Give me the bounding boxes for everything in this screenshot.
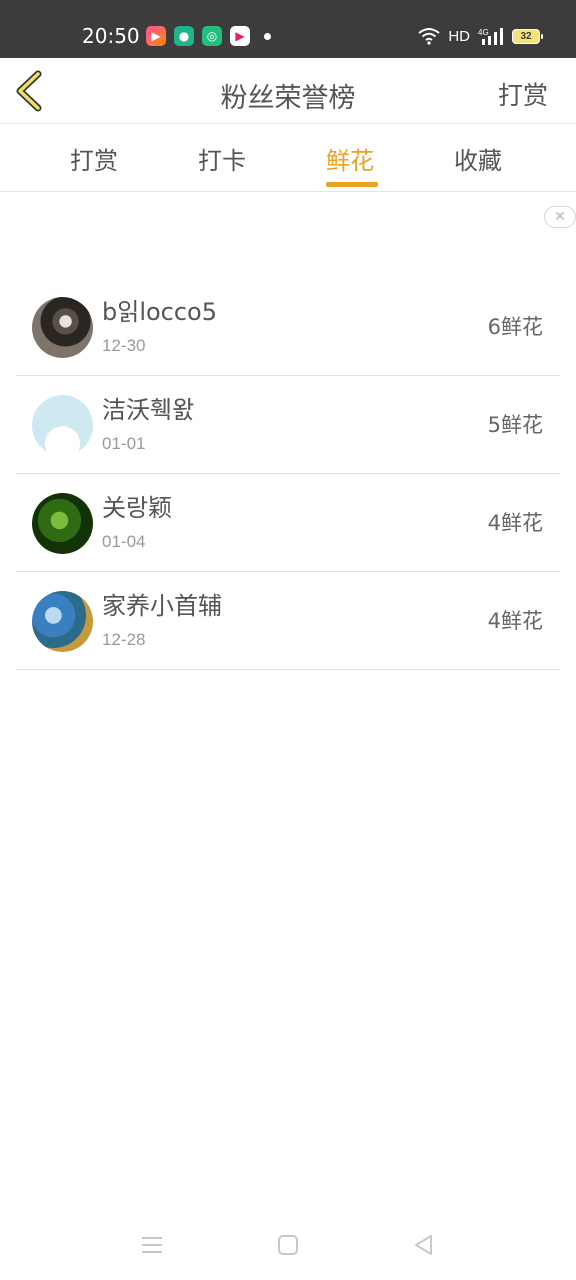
circle-app-icon: ◎	[202, 26, 222, 46]
status-time: 20:50	[82, 24, 140, 48]
avatar	[32, 297, 93, 358]
flower-count: 4鲜花	[487, 609, 543, 633]
tab-favorites[interactable]: 收藏	[454, 141, 502, 176]
title-bar: 粉丝荣誉榜 打赏	[0, 58, 576, 124]
reward-button[interactable]: 打赏	[498, 76, 548, 112]
notification-app-icons: ▶ ● ◎ ▶	[146, 26, 250, 46]
back-triangle-icon[interactable]	[411, 1234, 437, 1256]
signal-icon: 4G	[478, 28, 503, 45]
gift-date: 12-28	[102, 630, 146, 649]
user-name: b읽locco5	[102, 298, 218, 326]
signal-label: 4G	[478, 28, 489, 37]
user-name: 洁沃훽왌	[102, 396, 195, 424]
gift-date: 01-04	[102, 532, 146, 551]
close-ad-button[interactable]: ✕	[544, 206, 576, 228]
user-name: 家养小首辅	[102, 592, 222, 620]
gift-date: 12-30	[102, 336, 146, 355]
tab-reward[interactable]: 打赏	[70, 141, 118, 176]
list-item[interactable]: b읽locco5 12-30 6鲜花	[16, 278, 560, 376]
avatar	[32, 591, 93, 652]
flower-count: 4鲜花	[487, 511, 543, 535]
page-title: 粉丝荣誉榜	[220, 83, 356, 114]
user-name: 关랑颖	[102, 494, 173, 522]
flower-count: 6鲜花	[487, 315, 543, 339]
avatar	[32, 395, 93, 456]
close-icon: ✕	[554, 209, 566, 225]
wifi-icon	[418, 28, 440, 45]
tab-flowers[interactable]: 鲜花	[326, 141, 374, 176]
notification-dot-icon	[264, 33, 271, 40]
ranking-list: b읽locco5 12-30 6鲜花 洁沃훽왌 01-01 5鲜花 关랑颖 01…	[16, 278, 560, 670]
flower-count: 5鲜花	[487, 413, 543, 437]
battery-level: 32	[520, 30, 532, 42]
tab-checkin[interactable]: 打卡	[198, 141, 246, 176]
list-item[interactable]: 关랑颖 01-04 4鲜花	[16, 474, 560, 572]
video-app-icon: ▶	[146, 26, 166, 46]
home-icon[interactable]	[275, 1234, 301, 1256]
tab-bar: 打赏 打卡 鲜花 收藏	[0, 125, 576, 192]
list-item[interactable]: 家养小首辅 12-28 4鲜花	[16, 572, 560, 670]
menu-icon[interactable]	[139, 1234, 165, 1256]
active-tab-indicator	[326, 182, 378, 187]
media-app-icon: ▶	[230, 26, 250, 46]
avatar	[32, 493, 93, 554]
list-item[interactable]: 洁沃훽왌 01-01 5鲜花	[16, 376, 560, 474]
shopping-app-icon: ●	[174, 26, 194, 46]
status-bar: 20:50 ▶ ● ◎ ▶ HD 4G 32	[0, 0, 576, 58]
status-indicators: HD 4G 32	[418, 24, 543, 48]
battery-icon: 32	[512, 28, 543, 44]
gift-date: 01-01	[102, 434, 146, 453]
system-navigation-bar	[0, 1210, 576, 1280]
hd-label: HD	[448, 27, 470, 45]
